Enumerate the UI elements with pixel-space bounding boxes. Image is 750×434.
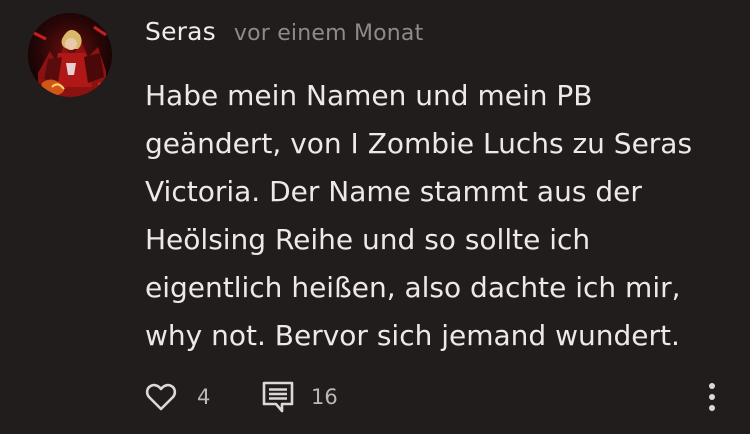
reply-button[interactable]: 16 — [261, 378, 338, 416]
comment-bubble-icon — [261, 380, 295, 414]
like-count: 4 — [197, 385, 211, 409]
comment-header: Seras vor einem Monat — [145, 17, 423, 49]
avatar[interactable] — [28, 13, 112, 97]
comment-timestamp: vor einem Monat — [233, 21, 424, 46]
reply-count: 16 — [311, 385, 338, 409]
more-options-button[interactable] — [703, 380, 721, 414]
comment-actions: 4 16 — [145, 378, 735, 416]
heart-outline-icon — [145, 382, 177, 412]
author-name[interactable]: Seras — [145, 17, 216, 46]
comment-card: Seras vor einem Monat Habe mein Namen un… — [0, 0, 750, 434]
vertical-dots-icon — [703, 383, 721, 418]
avatar-image — [28, 13, 112, 97]
comment-text: Habe mein Namen und mein PB geändert, vo… — [145, 79, 693, 352]
like-button[interactable]: 4 — [145, 378, 210, 416]
